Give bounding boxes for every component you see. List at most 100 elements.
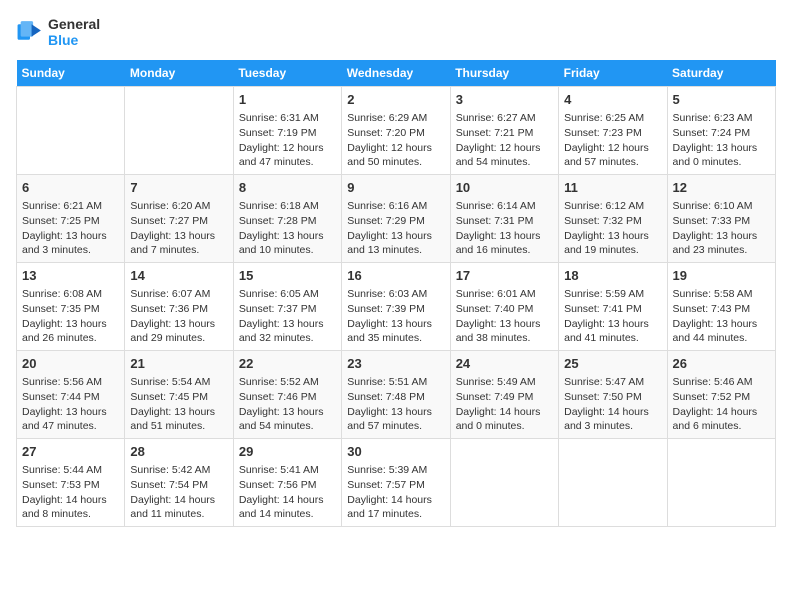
day-info: Sunrise: 5:47 AM Sunset: 7:50 PM Dayligh… bbox=[564, 375, 661, 434]
calendar-cell: 5 Sunrise: 6:23 AM Sunset: 7:24 PM Daylig… bbox=[667, 87, 775, 175]
day-number: 17 bbox=[456, 267, 553, 285]
day-number: 26 bbox=[673, 355, 770, 373]
day-info: Sunrise: 5:58 AM Sunset: 7:43 PM Dayligh… bbox=[673, 287, 770, 346]
day-header-thursday: Thursday bbox=[450, 60, 558, 87]
calendar-cell: 22 Sunrise: 5:52 AM Sunset: 7:46 PM Dayli… bbox=[233, 351, 341, 439]
calendar-cell: 26 Sunrise: 5:46 AM Sunset: 7:52 PM Dayli… bbox=[667, 351, 775, 439]
day-number: 16 bbox=[347, 267, 444, 285]
day-info: Sunrise: 6:21 AM Sunset: 7:25 PM Dayligh… bbox=[22, 199, 119, 258]
day-info: Sunrise: 5:42 AM Sunset: 7:54 PM Dayligh… bbox=[130, 463, 227, 522]
calendar-cell: 15 Sunrise: 6:05 AM Sunset: 7:37 PM Dayli… bbox=[233, 263, 341, 351]
calendar-cell bbox=[667, 438, 775, 526]
calendar-cell: 17 Sunrise: 6:01 AM Sunset: 7:40 PM Dayli… bbox=[450, 263, 558, 351]
calendar-cell: 1 Sunrise: 6:31 AM Sunset: 7:19 PM Daylig… bbox=[233, 87, 341, 175]
day-number: 24 bbox=[456, 355, 553, 373]
day-info: Sunrise: 5:44 AM Sunset: 7:53 PM Dayligh… bbox=[22, 463, 119, 522]
day-number: 18 bbox=[564, 267, 661, 285]
day-info: Sunrise: 6:12 AM Sunset: 7:32 PM Dayligh… bbox=[564, 199, 661, 258]
day-number: 22 bbox=[239, 355, 336, 373]
day-info: Sunrise: 5:59 AM Sunset: 7:41 PM Dayligh… bbox=[564, 287, 661, 346]
calendar-cell: 28 Sunrise: 5:42 AM Sunset: 7:54 PM Dayli… bbox=[125, 438, 233, 526]
calendar-cell: 14Sunrise: 6:07 AM Sunset: 7:36 PM Dayli… bbox=[125, 263, 233, 351]
calendar-table: SundayMondayTuesdayWednesdayThursdayFrid… bbox=[16, 60, 776, 527]
day-info: Sunrise: 6:31 AM Sunset: 7:19 PM Dayligh… bbox=[239, 111, 336, 170]
day-info: Sunrise: 6:18 AM Sunset: 7:28 PM Dayligh… bbox=[239, 199, 336, 258]
day-header-wednesday: Wednesday bbox=[342, 60, 450, 87]
day-number: 30 bbox=[347, 443, 444, 461]
calendar-cell: 27Sunrise: 5:44 AM Sunset: 7:53 PM Dayli… bbox=[17, 438, 125, 526]
day-number: 8 bbox=[239, 179, 336, 197]
day-info: Sunrise: 5:49 AM Sunset: 7:49 PM Dayligh… bbox=[456, 375, 553, 434]
day-info: Sunrise: 6:23 AM Sunset: 7:24 PM Dayligh… bbox=[673, 111, 770, 170]
day-info: Sunrise: 6:10 AM Sunset: 7:33 PM Dayligh… bbox=[673, 199, 770, 258]
day-header-friday: Friday bbox=[559, 60, 667, 87]
calendar-cell: 24 Sunrise: 5:49 AM Sunset: 7:49 PM Dayli… bbox=[450, 351, 558, 439]
day-info: Sunrise: 6:07 AM Sunset: 7:36 PM Dayligh… bbox=[130, 287, 227, 346]
week-row-4: 20Sunrise: 5:56 AM Sunset: 7:44 PM Dayli… bbox=[17, 351, 776, 439]
calendar-cell: 6 Sunrise: 6:21 AM Sunset: 7:25 PM Daylig… bbox=[17, 175, 125, 263]
day-number: 1 bbox=[239, 91, 336, 109]
day-info: Sunrise: 5:39 AM Sunset: 7:57 PM Dayligh… bbox=[347, 463, 444, 522]
page-header: General Blue bbox=[16, 16, 776, 48]
day-number: 5 bbox=[673, 91, 770, 109]
day-number: 7 bbox=[130, 179, 227, 197]
calendar-cell: 30 Sunrise: 5:39 AM Sunset: 7:57 PM Dayli… bbox=[342, 438, 450, 526]
logo: General Blue bbox=[16, 16, 100, 48]
day-number: 28 bbox=[130, 443, 227, 461]
calendar-cell: 2 Sunrise: 6:29 AM Sunset: 7:20 PM Daylig… bbox=[342, 87, 450, 175]
week-row-3: 13 Sunrise: 6:08 AM Sunset: 7:35 PM Dayli… bbox=[17, 263, 776, 351]
day-number: 3 bbox=[456, 91, 553, 109]
calendar-cell: 9Sunrise: 6:16 AM Sunset: 7:29 PM Daylig… bbox=[342, 175, 450, 263]
day-info: Sunrise: 6:03 AM Sunset: 7:39 PM Dayligh… bbox=[347, 287, 444, 346]
day-info: Sunrise: 5:54 AM Sunset: 7:45 PM Dayligh… bbox=[130, 375, 227, 434]
calendar-cell: 21 Sunrise: 5:54 AM Sunset: 7:45 PM Dayli… bbox=[125, 351, 233, 439]
calendar-cell: 10 Sunrise: 6:14 AM Sunset: 7:31 PM Dayli… bbox=[450, 175, 558, 263]
calendar-cell: 18 Sunrise: 5:59 AM Sunset: 7:41 PM Dayli… bbox=[559, 263, 667, 351]
calendar-cell: 4Sunrise: 6:25 AM Sunset: 7:23 PM Daylig… bbox=[559, 87, 667, 175]
calendar-cell: 16 Sunrise: 6:03 AM Sunset: 7:39 PM Dayli… bbox=[342, 263, 450, 351]
day-number: 20 bbox=[22, 355, 119, 373]
day-header-tuesday: Tuesday bbox=[233, 60, 341, 87]
day-info: Sunrise: 5:52 AM Sunset: 7:46 PM Dayligh… bbox=[239, 375, 336, 434]
header-row: SundayMondayTuesdayWednesdayThursdayFrid… bbox=[17, 60, 776, 87]
day-number: 2 bbox=[347, 91, 444, 109]
calendar-cell: 19 Sunrise: 5:58 AM Sunset: 7:43 PM Dayli… bbox=[667, 263, 775, 351]
day-number: 25 bbox=[564, 355, 661, 373]
day-number: 10 bbox=[456, 179, 553, 197]
day-number: 11 bbox=[564, 179, 661, 197]
week-row-1: 1 Sunrise: 6:31 AM Sunset: 7:19 PM Daylig… bbox=[17, 87, 776, 175]
day-info: Sunrise: 6:05 AM Sunset: 7:37 PM Dayligh… bbox=[239, 287, 336, 346]
calendar-cell: 29 Sunrise: 5:41 AM Sunset: 7:56 PM Dayli… bbox=[233, 438, 341, 526]
day-header-saturday: Saturday bbox=[667, 60, 775, 87]
day-number: 29 bbox=[239, 443, 336, 461]
day-info: Sunrise: 6:27 AM Sunset: 7:21 PM Dayligh… bbox=[456, 111, 553, 170]
day-info: Sunrise: 6:20 AM Sunset: 7:27 PM Dayligh… bbox=[130, 199, 227, 258]
calendar-cell bbox=[450, 438, 558, 526]
logo-icon bbox=[16, 18, 44, 46]
calendar-cell: 25 Sunrise: 5:47 AM Sunset: 7:50 PM Dayli… bbox=[559, 351, 667, 439]
calendar-cell: 13 Sunrise: 6:08 AM Sunset: 7:35 PM Dayli… bbox=[17, 263, 125, 351]
calendar-cell: 20Sunrise: 5:56 AM Sunset: 7:44 PM Dayli… bbox=[17, 351, 125, 439]
calendar-cell: 12 Sunrise: 6:10 AM Sunset: 7:33 PM Dayli… bbox=[667, 175, 775, 263]
day-number: 12 bbox=[673, 179, 770, 197]
day-number: 6 bbox=[22, 179, 119, 197]
day-info: Sunrise: 5:41 AM Sunset: 7:56 PM Dayligh… bbox=[239, 463, 336, 522]
day-info: Sunrise: 6:14 AM Sunset: 7:31 PM Dayligh… bbox=[456, 199, 553, 258]
day-number: 13 bbox=[22, 267, 119, 285]
day-info: Sunrise: 5:46 AM Sunset: 7:52 PM Dayligh… bbox=[673, 375, 770, 434]
day-info: Sunrise: 6:25 AM Sunset: 7:23 PM Dayligh… bbox=[564, 111, 661, 170]
calendar-cell bbox=[125, 87, 233, 175]
day-header-monday: Monday bbox=[125, 60, 233, 87]
day-info: Sunrise: 6:29 AM Sunset: 7:20 PM Dayligh… bbox=[347, 111, 444, 170]
day-info: Sunrise: 6:08 AM Sunset: 7:35 PM Dayligh… bbox=[22, 287, 119, 346]
day-number: 23 bbox=[347, 355, 444, 373]
day-number: 15 bbox=[239, 267, 336, 285]
calendar-cell bbox=[559, 438, 667, 526]
calendar-cell: 23Sunrise: 5:51 AM Sunset: 7:48 PM Dayli… bbox=[342, 351, 450, 439]
calendar-cell: 3 Sunrise: 6:27 AM Sunset: 7:21 PM Daylig… bbox=[450, 87, 558, 175]
day-number: 19 bbox=[673, 267, 770, 285]
week-row-2: 6 Sunrise: 6:21 AM Sunset: 7:25 PM Daylig… bbox=[17, 175, 776, 263]
day-info: Sunrise: 6:01 AM Sunset: 7:40 PM Dayligh… bbox=[456, 287, 553, 346]
calendar-cell bbox=[17, 87, 125, 175]
day-number: 21 bbox=[130, 355, 227, 373]
